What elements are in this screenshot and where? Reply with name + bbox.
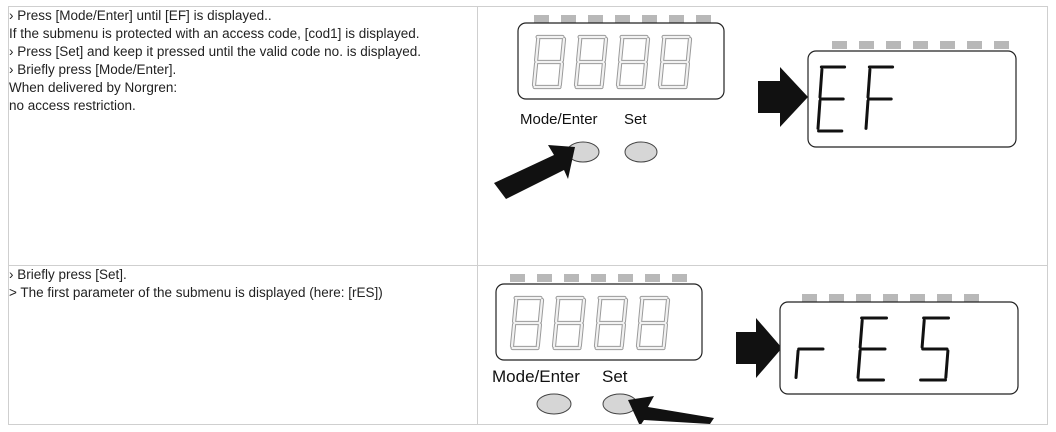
device-display [517, 15, 725, 100]
segment [944, 349, 950, 380]
status-led [645, 274, 660, 282]
step-row-2: › Briefly press [Set]. > The first param… [8, 265, 1048, 425]
status-led [669, 15, 684, 23]
step-1-figure: Mode/Enter Set [477, 6, 1048, 266]
step-2-instructions: › Briefly press [Set]. > The first param… [8, 265, 478, 425]
status-led [696, 15, 711, 23]
segment [818, 68, 824, 99]
step-1-line: When delivered by Norgren: [9, 80, 178, 95]
status-led [642, 15, 657, 23]
status-led [964, 294, 979, 302]
segment [816, 99, 822, 130]
step-row-1: › Press [Mode/Enter] until [EF] is displ… [8, 6, 1048, 266]
segment [794, 349, 800, 380]
status-led-row [802, 294, 979, 302]
step-1-line: If the submenu is protected with an acce… [9, 26, 420, 41]
status-led [967, 41, 982, 49]
status-led [937, 294, 952, 302]
step-1-line: › Press [Mode/Enter] until [EF] is displ… [9, 8, 272, 23]
segment [920, 318, 926, 349]
device-display-after [779, 294, 1019, 395]
status-led-row [534, 15, 711, 23]
status-led [802, 294, 817, 302]
segment [856, 349, 862, 380]
status-led-row [832, 41, 1009, 49]
status-led [940, 41, 955, 49]
status-led [829, 294, 844, 302]
status-led [859, 41, 874, 49]
status-led-row [510, 274, 687, 282]
set-label: Set [624, 111, 647, 128]
status-led [534, 15, 549, 23]
press-arrow-icon [494, 145, 575, 199]
status-led [537, 274, 552, 282]
next-arrow-icon [758, 67, 808, 127]
segment [866, 68, 872, 99]
step-1-instructions: › Press [Mode/Enter] until [EF] is displ… [8, 6, 478, 266]
step-2-figure: Mode/Enter Set [477, 265, 1048, 425]
manual-page: › Press [Mode/Enter] until [EF] is displ… [0, 0, 1056, 432]
status-led [856, 294, 871, 302]
instruction-table: › Press [Mode/Enter] until [EF] is displ… [8, 6, 1048, 425]
status-led [832, 41, 847, 49]
device-display-after [807, 41, 1017, 148]
device-display [495, 274, 703, 361]
status-led [886, 41, 901, 49]
status-led [591, 274, 606, 282]
mode-enter-button[interactable] [536, 393, 572, 415]
step-2-illustration: Mode/Enter Set [492, 274, 1019, 424]
press-arrow-icon [628, 396, 714, 424]
segment [864, 99, 870, 130]
status-led [994, 41, 1009, 49]
step-1-illustration: Mode/Enter Set [494, 15, 1017, 199]
step-2-line: › Briefly press [Set]. [9, 267, 127, 282]
step-1-line: › Press [Set] and keep it pressed until … [9, 44, 421, 59]
step-1-line: no access restriction. [9, 98, 136, 113]
status-led [588, 15, 603, 23]
step-1-line: › Briefly press [Mode/Enter]. [9, 62, 177, 77]
status-led [672, 274, 687, 282]
status-led [510, 274, 525, 282]
status-led [615, 15, 630, 23]
status-led [564, 274, 579, 282]
set-button[interactable] [624, 141, 658, 163]
status-led [618, 274, 633, 282]
segment [858, 318, 864, 349]
mode-enter-label: Mode/Enter [520, 111, 598, 128]
status-led [883, 294, 898, 302]
mode-enter-label: Mode/Enter [492, 367, 580, 386]
next-arrow-icon [736, 318, 782, 378]
set-label: Set [602, 367, 628, 386]
step-2-line: > The first parameter of the submenu is … [9, 285, 383, 300]
status-led [910, 294, 925, 302]
status-led [913, 41, 928, 49]
status-led [561, 15, 576, 23]
